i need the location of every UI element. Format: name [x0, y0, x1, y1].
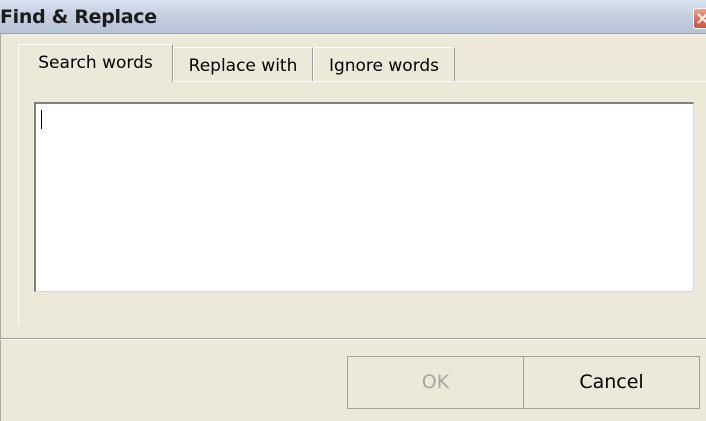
tab-ignore-words[interactable]: Ignore words: [313, 47, 455, 81]
button-area-divider-highlight: [0, 339, 706, 340]
window-left-border: [0, 33, 1, 421]
tab-ignore-words-label: Ignore words: [328, 56, 440, 76]
search-words-textarea[interactable]: [34, 102, 694, 292]
tab-search-words[interactable]: Search words: [18, 44, 173, 82]
text-caret: [41, 110, 42, 129]
tab-search-words-label: Search words: [38, 53, 153, 73]
close-icon: [697, 13, 706, 24]
dialog-title: Find & Replace: [0, 6, 157, 28]
close-button[interactable]: [693, 8, 706, 29]
find-replace-dialog: Find & Replace Search words Replace with…: [0, 0, 706, 421]
tab-replace-with[interactable]: Replace with: [173, 47, 313, 81]
ok-button[interactable]: OK: [347, 356, 524, 409]
title-bar[interactable]: Find & Replace: [0, 0, 706, 34]
cancel-button[interactable]: Cancel: [523, 356, 700, 409]
tab-replace-with-label: Replace with: [188, 56, 298, 76]
